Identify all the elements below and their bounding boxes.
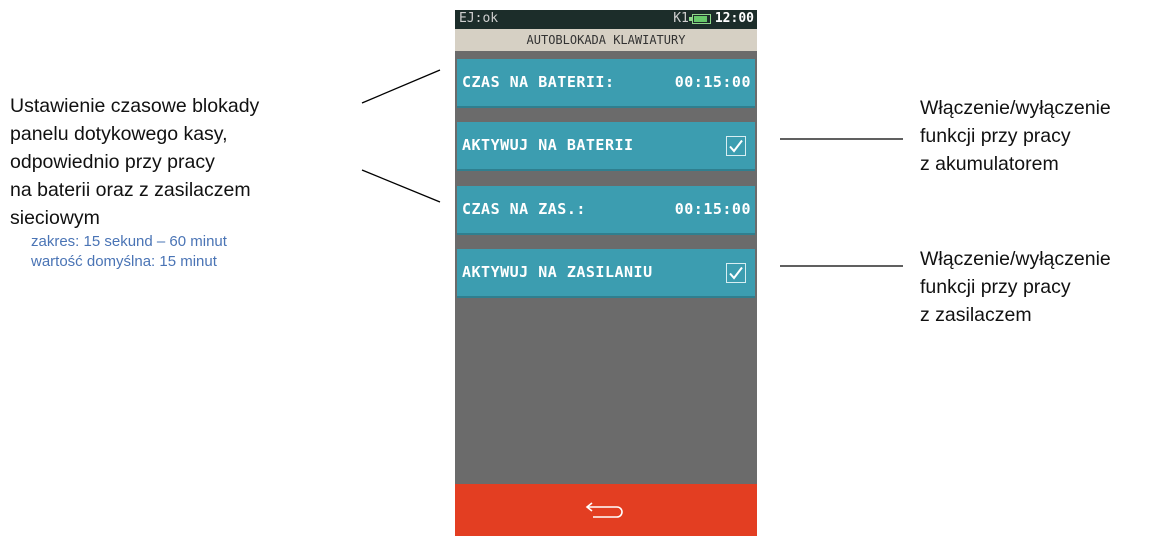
annotation-line: z akumulatorem [920,153,1059,175]
battery-icon [688,13,711,24]
return-arrow-icon [585,502,623,518]
setting-value: 00:15:00 [674,73,751,91]
annotation-line: Ustawienie czasowe blokady [10,95,260,117]
setting-label: AKTYWUJ NA ZASILANIU [462,263,653,281]
power-time-setting[interactable]: CZAS NA ZAS.: 00:15:00 [457,186,755,233]
annotation-line: funkcji przy pracy [920,125,1071,147]
annotation-line: panelu dotykowego kasy, [10,123,228,145]
status-right: K1 12:00 [673,11,754,26]
setting-label: CZAS NA BATERII: [462,73,615,91]
annotation-power-toggle: Włączenie/wyłączenie funkcji przy pracy … [920,245,1111,329]
annotation-line: odpowiednio przy pracy [10,151,215,173]
checkbox-checked[interactable] [726,263,746,283]
activate-on-power-toggle[interactable]: AKTYWUJ NA ZASILANIU [457,249,755,296]
indicator-label: K1 [673,11,689,26]
clock: 12:00 [714,11,754,26]
annotation-line: Włączenie/wyłączenie [920,97,1111,119]
setting-label: CZAS NA ZAS.: [462,200,586,218]
annotation-line: sieciowym [10,207,100,229]
device-screen: EJ:ok K1 12:00 AUTOBLOKADA KLAWIATURY CZ… [455,10,757,536]
setting-label: AKTYWUJ NA BATERII [462,136,634,154]
annotation-line: z zasilaczem [920,304,1032,326]
status-bar: EJ:ok K1 12:00 [455,10,757,29]
battery-time-setting[interactable]: CZAS NA BATERII: 00:15:00 [457,59,755,106]
annotation-line: na baterii oraz z zasilaczem [10,179,251,201]
ej-status: EJ:ok [459,11,499,26]
annotation-time-settings: Ustawienie czasowe blokady panelu dotyko… [10,92,259,272]
annotation-line: funkcji przy pracy [920,276,1071,298]
checkmark-icon [729,139,743,153]
checkmark-icon [729,266,743,280]
setting-value: 00:15:00 [674,200,751,218]
annotation-default: wartość domyślna: 15 minut [31,253,217,270]
annotation-line: Włączenie/wyłączenie [920,248,1111,270]
checkbox-checked[interactable] [726,136,746,156]
annotation-range: zakres: 15 sekund – 60 minut [31,233,227,250]
screen-title: AUTOBLOKADA KLAWIATURY [455,29,757,51]
back-button[interactable] [455,484,757,536]
annotation-battery-toggle: Włączenie/wyłączenie funkcji przy pracy … [920,94,1111,178]
activate-on-battery-toggle[interactable]: AKTYWUJ NA BATERII [457,122,755,169]
